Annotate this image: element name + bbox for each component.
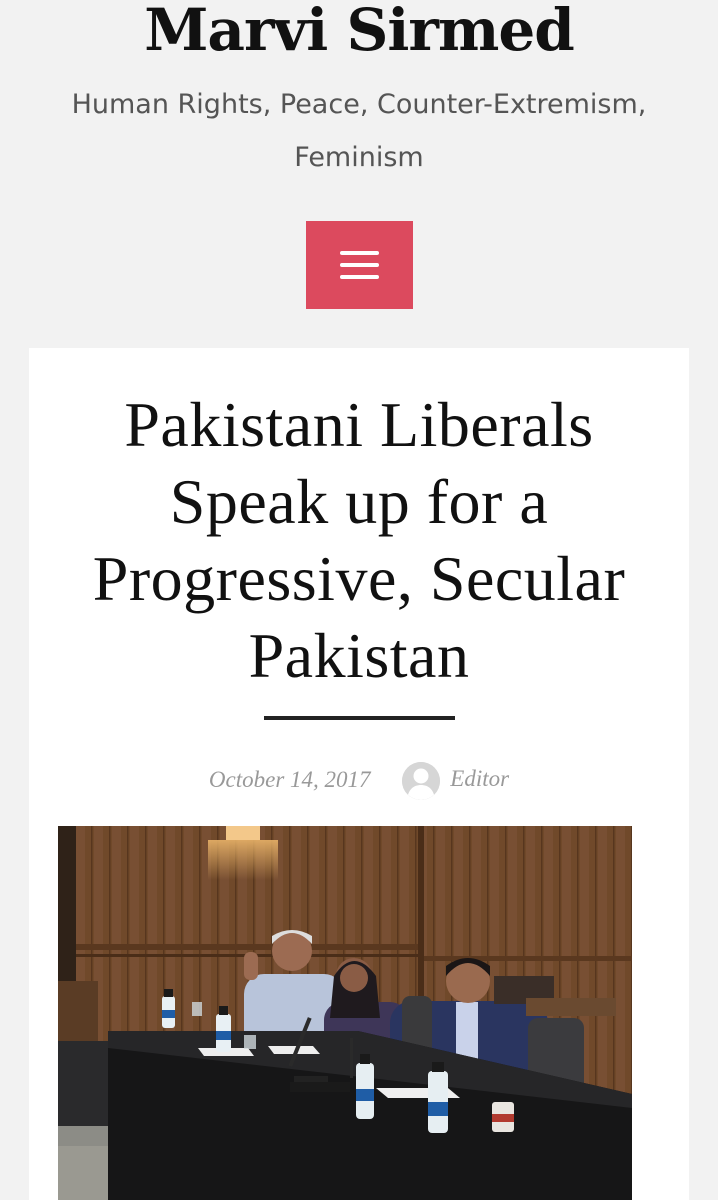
- title-divider: [264, 716, 455, 720]
- site-title[interactable]: Marvi Sirmed: [0, 0, 718, 68]
- menu-toggle-button[interactable]: [306, 221, 413, 309]
- post-author: Editor: [450, 766, 510, 792]
- site-tagline: Human Rights, Peace, Counter-Extremism, …: [71, 89, 647, 173]
- default-avatar-icon: [402, 762, 441, 801]
- post-card: Pakistani Liberals Speak up for a Progre…: [29, 348, 689, 1200]
- hamburger-menu-icon: [340, 251, 379, 279]
- post-author-link[interactable]: Editor: [402, 759, 510, 801]
- post-meta: October 14, 2017 Editor: [29, 758, 689, 801]
- panel-discussion-photo: [58, 826, 632, 1200]
- site-header: Marvi Sirmed Human Rights, Peace, Counte…: [0, 0, 718, 348]
- post-title[interactable]: Pakistani Liberals Speak up for a Progre…: [49, 386, 669, 694]
- post-date[interactable]: October 14, 2017: [209, 760, 371, 800]
- featured-image[interactable]: [58, 826, 632, 1200]
